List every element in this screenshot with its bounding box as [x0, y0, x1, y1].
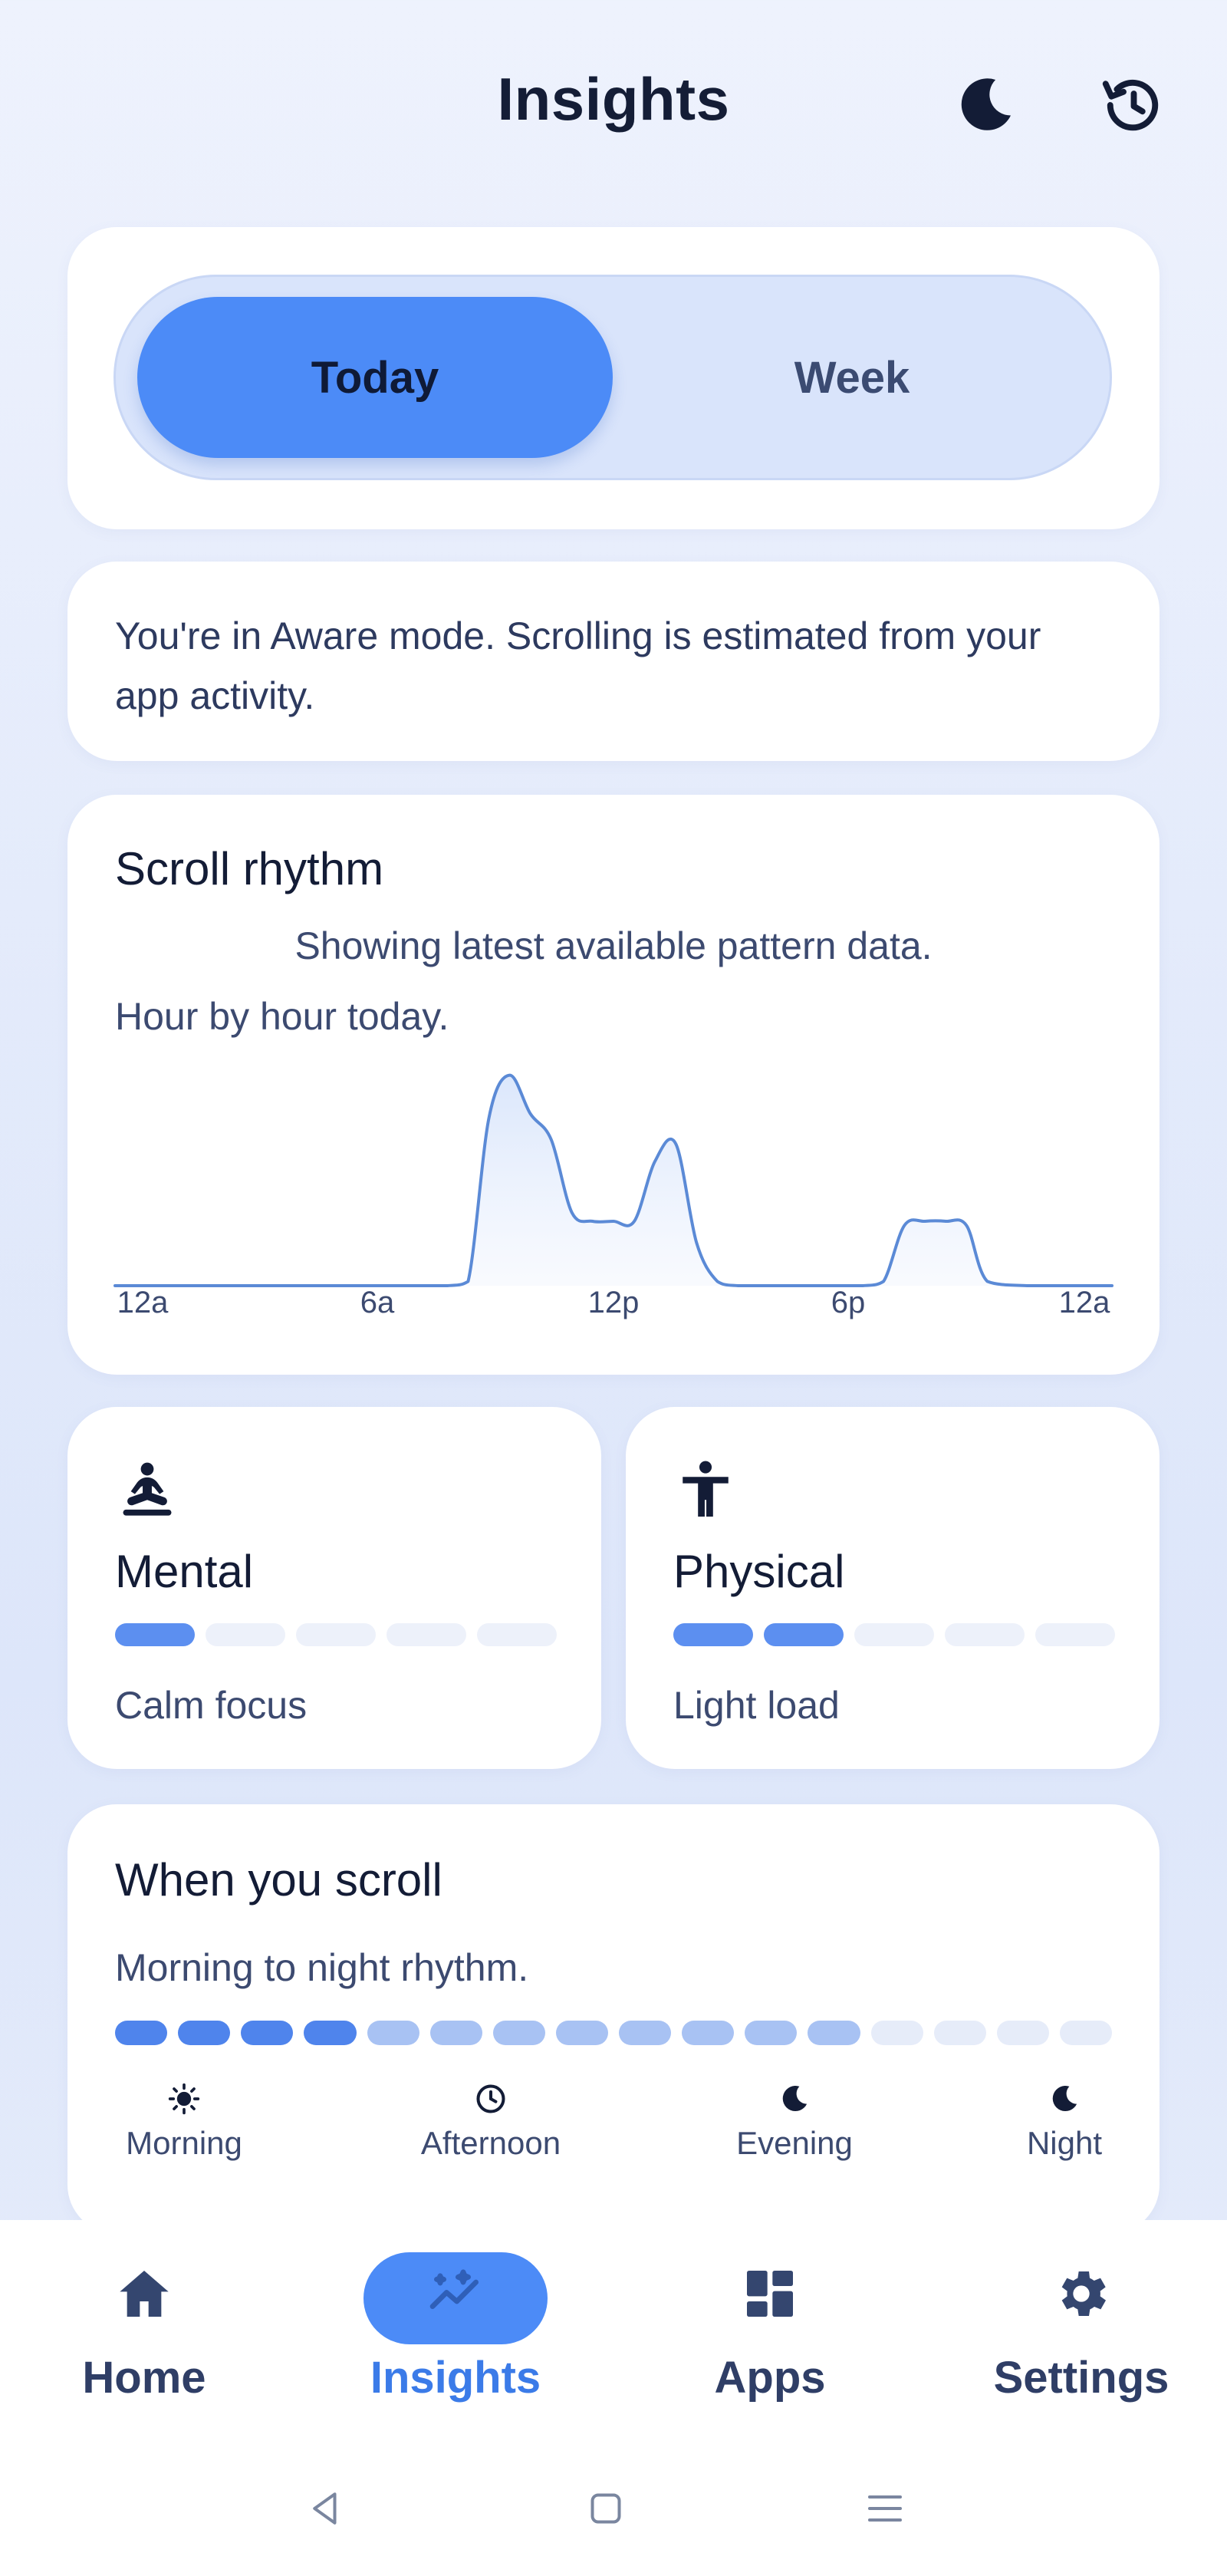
meditation-icon: [115, 1458, 179, 1522]
period-label: Afternoon: [420, 2125, 561, 2161]
nav-label: Home: [82, 2353, 206, 2403]
timeline-segment: [870, 2021, 923, 2045]
mental-level-segment: [206, 1623, 285, 1646]
app-header: Insights: [0, 0, 1227, 207]
timeline-segment: [808, 2021, 860, 2045]
mental-level-meter: [115, 1623, 557, 1646]
scroll-rhythm-area: [115, 1075, 1112, 1286]
when-caption: Morning to night rhythm.: [115, 1946, 529, 1989]
nav-label: Apps: [714, 2353, 826, 2403]
timeline-segment: [241, 2021, 294, 2045]
mental-level-segment: [477, 1623, 557, 1646]
tab-week[interactable]: Week: [614, 297, 1090, 458]
aware-mode-text: You're in Aware mode. Scrolling is estim…: [115, 614, 1041, 717]
moon-icon: [778, 2082, 811, 2116]
period-night: Night: [957, 2082, 1172, 2162]
range-selector-card: Today Week: [67, 227, 1160, 529]
timeline-segment: [115, 2021, 168, 2045]
physical-title: Physical: [673, 1546, 845, 1597]
home-square-icon[interactable]: [583, 2485, 629, 2532]
nav-home[interactable]: Home: [0, 2220, 298, 2450]
nav-label: Settings: [993, 2353, 1169, 2403]
timeline-segment: [682, 2021, 735, 2045]
sun-icon: [167, 2082, 201, 2116]
gear-icon: [1051, 2263, 1112, 2324]
home-icon: [113, 2263, 175, 2324]
scroll-rhythm-chart: [113, 1073, 1114, 1287]
mental-level-segment: [387, 1623, 466, 1646]
physical-level-segment: [854, 1623, 934, 1646]
apps-icon: [739, 2263, 801, 2324]
timeline-segment: [933, 2021, 986, 2045]
mental-value: Calm focus: [115, 1684, 308, 1727]
scroll-timeline-bar: [115, 2021, 1112, 2045]
back-icon[interactable]: [302, 2485, 348, 2532]
range-segmented-control: Today Week: [113, 275, 1112, 480]
timeline-segment: [996, 2021, 1049, 2045]
scroll-rhythm-title: Scroll rhythm: [115, 843, 384, 894]
mental-card[interactable]: Mental Calm focus: [67, 1407, 601, 1769]
when-title: When you scroll: [115, 1854, 442, 1906]
physical-level-segment: [673, 1623, 753, 1646]
nav-apps[interactable]: Apps: [617, 2220, 923, 2450]
period-label: Morning: [126, 2125, 242, 2161]
timeline-segment: [367, 2021, 419, 2045]
scroll-rhythm-caption: Hour by hour today.: [115, 995, 449, 1038]
person-standing-icon: [673, 1458, 738, 1522]
moon-icon[interactable]: [951, 71, 1020, 140]
tab-today[interactable]: Today: [137, 297, 613, 458]
recents-menu-icon[interactable]: [862, 2485, 908, 2532]
aware-mode-notice: You're in Aware mode. Scrolling is estim…: [67, 562, 1160, 761]
page-title: Insights: [497, 65, 730, 133]
timeline-segment: [429, 2021, 482, 2045]
timeline-segment: [555, 2021, 608, 2045]
when-you-scroll-card: When you scroll Morning to night rhythm.: [67, 1804, 1160, 2234]
x-tick-label: 6p: [831, 1286, 866, 1319]
moon-icon: [1048, 2082, 1081, 2116]
history-icon[interactable]: [1098, 71, 1167, 140]
physical-level-segment: [945, 1623, 1025, 1646]
physical-level-segment: [1035, 1623, 1115, 1646]
timeline-segment: [304, 2021, 357, 2045]
period-evening: Evening: [687, 2082, 902, 2162]
nav-settings[interactable]: Settings: [928, 2220, 1227, 2450]
physical-card[interactable]: Physical Light load: [626, 1407, 1160, 1769]
x-tick-label: 12a: [117, 1286, 169, 1319]
x-tick-label: 12a: [1058, 1286, 1110, 1319]
mental-title: Mental: [115, 1546, 254, 1597]
mental-level-segment: [296, 1623, 376, 1646]
timeline-segment: [178, 2021, 231, 2045]
scroll-rhythm-subtitle: Showing latest available pattern data.: [294, 924, 933, 967]
x-tick-label: 6a: [360, 1286, 395, 1319]
nav-label: Insights: [370, 2353, 541, 2403]
physical-level-meter: [673, 1623, 1115, 1646]
period-morning: Morning: [77, 2082, 291, 2162]
physical-level-segment: [764, 1623, 844, 1646]
period-label: Night: [1026, 2125, 1103, 2161]
mental-level-segment: [115, 1623, 195, 1646]
period-afternoon: Afternoon: [383, 2082, 598, 2162]
x-tick-label: 12p: [587, 1286, 640, 1319]
timeline-segment: [619, 2021, 672, 2045]
timeline-segment: [1059, 2021, 1112, 2045]
timeline-segment: [745, 2021, 798, 2045]
timeline-segment: [492, 2021, 545, 2045]
period-label: Evening: [736, 2125, 853, 2161]
physical-value: Light load: [673, 1684, 840, 1727]
nav-insights[interactable]: Insights: [302, 2220, 609, 2450]
insights-icon: [425, 2263, 486, 2324]
clock-icon: [474, 2082, 508, 2116]
